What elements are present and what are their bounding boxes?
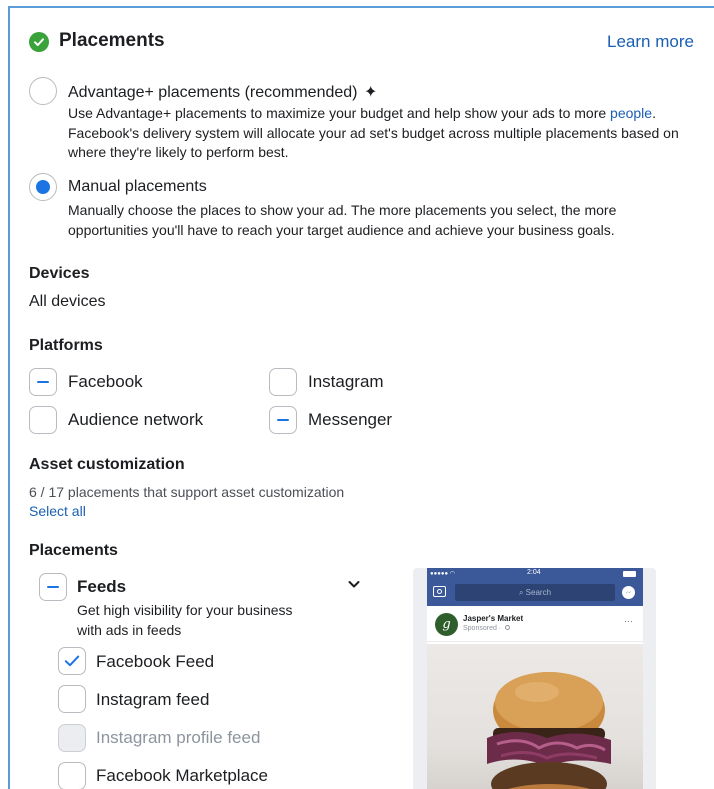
business-avatar: g	[435, 613, 458, 636]
facebook-marketplace-checkbox[interactable]	[58, 762, 86, 789]
feeds-group-title: Feeds	[77, 577, 127, 596]
manual-placements-radio[interactable]	[29, 173, 57, 201]
instagram-platform-label: Instagram	[308, 372, 384, 391]
manual-placements-description: Manually choose the places to show your …	[68, 202, 617, 238]
devices-label: Devices	[29, 265, 90, 282]
preview-search-box: ⌕ Search	[455, 584, 615, 601]
checkmark-icon	[64, 655, 80, 667]
radio-selected-dot	[36, 180, 50, 194]
feeds-group-description: Get high visibility for your business wi…	[77, 602, 293, 638]
feeds-group-checkbox[interactable]	[39, 573, 67, 601]
placements-panel: Placements Learn more Advantage+ placeme…	[8, 6, 714, 789]
advantage-desc-text: Use Advantage+ placements to maximize yo…	[68, 105, 611, 121]
instagram-feed-label: Instagram feed	[96, 690, 210, 709]
facebook-top-bar: ●●●●● ◠ 2:04 ⌕ Search	[427, 568, 643, 606]
partial-dash-icon	[37, 381, 49, 383]
signal-icon: ●●●●● ◠	[430, 571, 456, 577]
advantage-placements-title: Advantage+ placements (recommended) ✦	[68, 82, 377, 102]
phone-time: 2:04	[527, 569, 541, 576]
instagram-feed-checkbox[interactable]	[58, 685, 86, 713]
section-title: Placements	[59, 30, 165, 51]
battery-icon	[623, 571, 636, 577]
facebook-platform-label: Facebook	[68, 372, 143, 391]
facebook-feed-label: Facebook Feed	[96, 652, 215, 671]
ad-preview-phone: ●●●●● ◠ 2:04 ⌕ Search g Jasper's Market …	[413, 568, 656, 789]
asset-customization-label: Asset customization	[29, 456, 185, 473]
people-link[interactable]: people	[610, 105, 652, 121]
sponsored-text: Sponsored ·	[463, 625, 506, 632]
platforms-label: Platforms	[29, 337, 103, 354]
facebook-platform-checkbox[interactable]	[29, 368, 57, 396]
scrollbar-track[interactable]	[707, 14, 714, 789]
instagram-platform-checkbox[interactable]	[269, 368, 297, 396]
sponsored-label: Sponsored ·	[463, 625, 511, 632]
chevron-down-icon[interactable]	[346, 576, 362, 597]
placements-label: Placements	[29, 542, 118, 559]
devices-value[interactable]: All devices	[29, 293, 105, 311]
asset-customization-count: 6 / 17 placements that support asset cus…	[29, 484, 345, 500]
facebook-marketplace-label: Facebook Marketplace	[96, 766, 268, 785]
instagram-profile-feed-checkbox	[58, 724, 86, 752]
messenger-icon	[622, 586, 635, 599]
facebook-feed-checkbox[interactable]	[58, 647, 86, 675]
success-check-icon	[29, 32, 49, 52]
business-name: Jasper's Market	[463, 614, 524, 623]
audience-network-label: Audience network	[68, 410, 204, 429]
sparkle-icon: ✦	[363, 84, 378, 101]
burger-photo	[427, 644, 643, 789]
learn-more-link[interactable]: Learn more	[607, 32, 694, 52]
phone-status-bar: ●●●●● ◠ 2:04	[427, 568, 643, 580]
messenger-platform-label: Messenger	[308, 410, 393, 429]
manual-placements-title: Manual placements	[68, 178, 207, 195]
advantage-placements-radio[interactable]	[29, 77, 57, 105]
preview-search-text: Search	[525, 588, 552, 597]
ad-post-header: g Jasper's Market Sponsored · ···	[427, 606, 643, 642]
select-all-link[interactable]: Select all	[29, 503, 86, 519]
messenger-platform-checkbox[interactable]	[269, 406, 297, 434]
advantage-placements-description: Use Advantage+ placements to maximize yo…	[68, 104, 688, 163]
audience-network-checkbox[interactable]	[29, 406, 57, 434]
globe-icon	[505, 625, 511, 630]
more-options-icon: ···	[624, 616, 633, 626]
camera-icon	[433, 586, 446, 597]
partial-dash-icon	[47, 586, 59, 588]
partial-dash-icon	[277, 419, 289, 421]
ad-preview-screen: ●●●●● ◠ 2:04 ⌕ Search g Jasper's Market …	[427, 568, 643, 789]
instagram-profile-feed-label: Instagram profile feed	[96, 728, 261, 747]
advantage-title-text: Advantage+ placements (recommended)	[68, 84, 358, 101]
search-icon: ⌕	[518, 588, 526, 597]
